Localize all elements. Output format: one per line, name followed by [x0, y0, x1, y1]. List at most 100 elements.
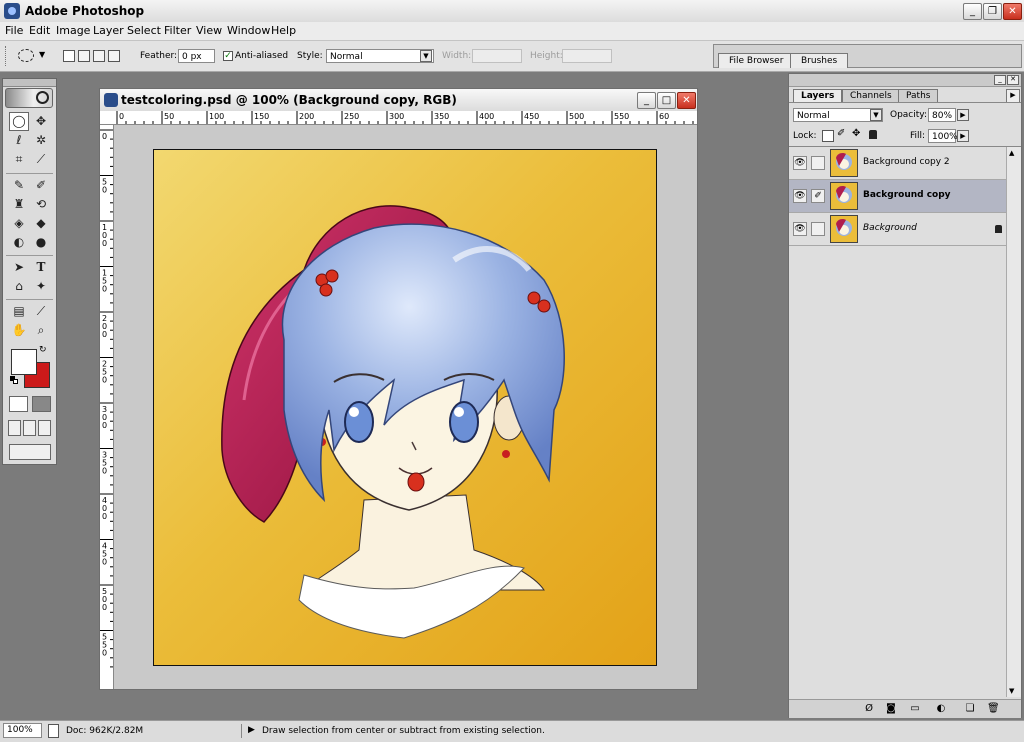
healing-brush-tool-icon[interactable]: ✎: [9, 176, 29, 195]
path-selection-tool-icon[interactable]: ➤: [9, 258, 29, 277]
slice-tool-icon[interactable]: ⟋: [31, 150, 51, 169]
type-tool-icon[interactable]: T: [31, 258, 51, 277]
menu-layer[interactable]: Layer: [93, 24, 124, 37]
blend-mode-dropdown-arrow-icon[interactable]: ▼: [870, 109, 882, 121]
brush-tool-icon[interactable]: ✐: [31, 176, 51, 195]
new-layer-icon[interactable]: ❏: [964, 703, 976, 715]
tab-paths[interactable]: Paths: [898, 89, 939, 103]
jump-to-imageready-icon[interactable]: [9, 444, 51, 460]
brushes-tab[interactable]: Brushes: [790, 53, 849, 68]
zoom-level-field[interactable]: 100%: [3, 723, 42, 738]
layer-row-background[interactable]: 👁 Background: [789, 213, 1006, 246]
new-selection-icon[interactable]: [63, 50, 75, 62]
scroll-down-icon[interactable]: ▼: [1009, 687, 1014, 695]
pen-tool-icon[interactable]: ⌂: [9, 277, 29, 296]
foreground-color-swatch[interactable]: [11, 349, 37, 375]
layer-style-icon[interactable]: Ø: [863, 703, 875, 715]
lock-image-icon[interactable]: ✐: [837, 128, 845, 139]
clone-stamp-tool-icon[interactable]: ♜: [9, 195, 29, 214]
doc-minimize-icon[interactable]: _: [637, 92, 656, 109]
image-canvas[interactable]: [153, 149, 657, 666]
opacity-input[interactable]: 80%: [928, 108, 956, 122]
dodge-tool-icon[interactable]: ●: [31, 233, 51, 252]
menu-edit[interactable]: Edit: [29, 24, 50, 37]
fill-slider-arrow-icon[interactable]: ▶: [957, 130, 969, 142]
document-info-icon[interactable]: [48, 724, 59, 738]
quick-mask-mode-icon[interactable]: [32, 396, 51, 412]
standard-mode-icon[interactable]: [9, 396, 28, 412]
lock-transparency-icon[interactable]: [822, 130, 834, 142]
layer-row-background-copy-2[interactable]: 👁 Background copy 2: [789, 147, 1006, 180]
layer-visibility-eye-icon[interactable]: 👁: [793, 156, 807, 170]
horizontal-ruler[interactable]: 0 50 100 150 200 250 300 350 400 450 500 550 60: [113, 111, 697, 125]
document-titlebar[interactable]: testcoloring.psd @ 100% (Background copy…: [100, 89, 697, 112]
width-input[interactable]: [472, 49, 522, 63]
layer-visibility-eye-icon[interactable]: 👁: [793, 222, 807, 236]
layer-link-box[interactable]: [811, 156, 825, 170]
menu-help[interactable]: Help: [271, 24, 296, 37]
style-select[interactable]: Normal: [326, 49, 434, 63]
menu-filter[interactable]: Filter: [164, 24, 191, 37]
layers-scrollbar[interactable]: ▲ ▼: [1006, 147, 1021, 697]
elliptical-marquee-preset-icon[interactable]: [18, 49, 34, 62]
photoshop-app-icon[interactable]: [4, 3, 20, 19]
add-mask-icon[interactable]: ◙: [885, 703, 897, 715]
file-browser-tab[interactable]: File Browser: [718, 53, 795, 68]
add-to-selection-icon[interactable]: [78, 50, 90, 62]
adjustment-layer-icon[interactable]: ◐: [935, 703, 947, 715]
lock-position-icon[interactable]: ✥: [852, 128, 860, 139]
fill-input[interactable]: 100%: [928, 129, 958, 143]
notes-tool-icon[interactable]: ▤: [9, 302, 29, 321]
paint-bucket-tool-icon[interactable]: ◆: [31, 214, 51, 233]
elliptical-marquee-tool-icon[interactable]: ◯: [9, 112, 29, 131]
menu-window[interactable]: Window: [227, 24, 270, 37]
palette-minimize-icon[interactable]: _: [994, 75, 1006, 85]
standard-screen-mode-icon[interactable]: [8, 420, 21, 436]
layer-row-background-copy[interactable]: 👁 ✐ Background copy: [789, 180, 1006, 213]
full-screen-menu-mode-icon[interactable]: [23, 420, 36, 436]
palette-close-icon[interactable]: ✕: [1007, 75, 1019, 85]
trash-icon[interactable]: 🗑: [987, 703, 1000, 715]
height-input[interactable]: [562, 49, 612, 63]
tab-layers[interactable]: Layers: [793, 89, 843, 103]
eraser-tool-icon[interactable]: ◈: [9, 214, 29, 233]
menu-image[interactable]: Image: [56, 24, 90, 37]
eyedropper-tool-icon[interactable]: ⟋: [31, 302, 51, 321]
default-colors-icon[interactable]: [10, 376, 18, 384]
style-dropdown-arrow-icon[interactable]: ▼: [420, 50, 432, 62]
crop-tool-icon[interactable]: ⌗: [9, 150, 29, 169]
intersect-selection-icon[interactable]: [108, 50, 120, 62]
toolbox-titlebar[interactable]: [3, 79, 56, 87]
ruler-origin[interactable]: [100, 111, 114, 125]
minimize-icon[interactable]: _: [963, 3, 982, 20]
restore-icon[interactable]: ❐: [983, 3, 1002, 20]
hand-tool-icon[interactable]: ✋: [9, 321, 29, 340]
menu-file[interactable]: File: [5, 24, 23, 37]
magic-wand-tool-icon[interactable]: ✲: [31, 131, 51, 150]
palette-menu-arrow-icon[interactable]: ▶: [1006, 89, 1020, 103]
subtract-from-selection-icon[interactable]: [93, 50, 105, 62]
doc-maximize-icon[interactable]: □: [657, 92, 676, 109]
blur-tool-icon[interactable]: ◐: [9, 233, 29, 252]
status-play-arrow-icon[interactable]: ▶: [248, 725, 255, 735]
anti-aliased-checkbox[interactable]: ✓: [223, 51, 233, 61]
layer-link-box[interactable]: [811, 222, 825, 236]
layer-active-brush-icon[interactable]: ✐: [811, 189, 825, 203]
doc-close-icon[interactable]: ✕: [677, 92, 696, 109]
tab-channels[interactable]: Channels: [842, 89, 900, 103]
zoom-tool-icon[interactable]: ⌕: [31, 321, 51, 340]
new-set-icon[interactable]: ▭: [909, 703, 921, 715]
vertical-ruler[interactable]: 050100150200250300350400450500550: [100, 125, 114, 689]
lock-all-icon[interactable]: [869, 130, 877, 139]
lasso-tool-icon[interactable]: ℓ: [9, 131, 29, 150]
feather-input[interactable]: 0 px: [178, 49, 215, 63]
move-tool-icon[interactable]: ✥: [31, 112, 51, 131]
full-screen-mode-icon[interactable]: [38, 420, 51, 436]
opacity-slider-arrow-icon[interactable]: ▶: [957, 109, 969, 121]
swap-colors-icon[interactable]: ↻: [39, 345, 47, 355]
scroll-up-icon[interactable]: ▲: [1009, 149, 1014, 157]
photoshop-logo-icon[interactable]: [5, 88, 53, 108]
layer-visibility-eye-icon[interactable]: 👁: [793, 189, 807, 203]
close-icon[interactable]: ✕: [1003, 3, 1022, 20]
menu-select[interactable]: Select: [127, 24, 161, 37]
